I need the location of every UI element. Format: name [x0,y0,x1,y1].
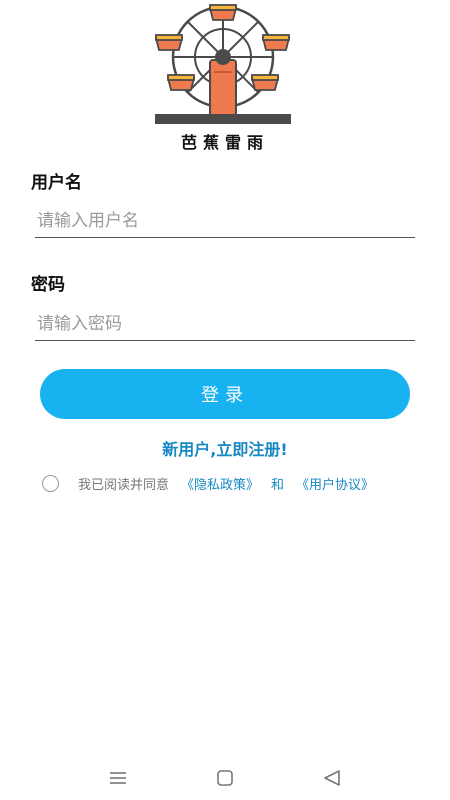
ferris-wheel-icon [154,4,291,124]
login-button[interactable]: 登录 [40,369,410,419]
back-icon[interactable] [320,766,344,790]
agreement-and-text: 和 [271,477,285,493]
agreement-radio[interactable] [42,474,59,492]
username-label: 用户名 [31,173,82,193]
username-input[interactable] [35,204,415,238]
agreement-row: 我已阅读并同意 《隐私政策》 和 《用户协议》 [42,474,422,493]
password-label: 密码 [31,275,65,295]
app-name: 芭蕉雷雨 [180,133,269,152]
password-input[interactable] [35,307,415,341]
system-nav-bar [0,760,450,800]
menu-icon[interactable] [106,766,130,790]
agreement-text: 我已阅读并同意 [78,477,170,493]
register-link[interactable]: 新用户,立即注册! [0,436,450,460]
user-agreement-link[interactable]: 《用户协议》 [296,474,374,493]
privacy-policy-link[interactable]: 《隐私政策》 [181,474,259,493]
home-icon[interactable] [213,766,237,790]
app-logo [150,2,300,132]
